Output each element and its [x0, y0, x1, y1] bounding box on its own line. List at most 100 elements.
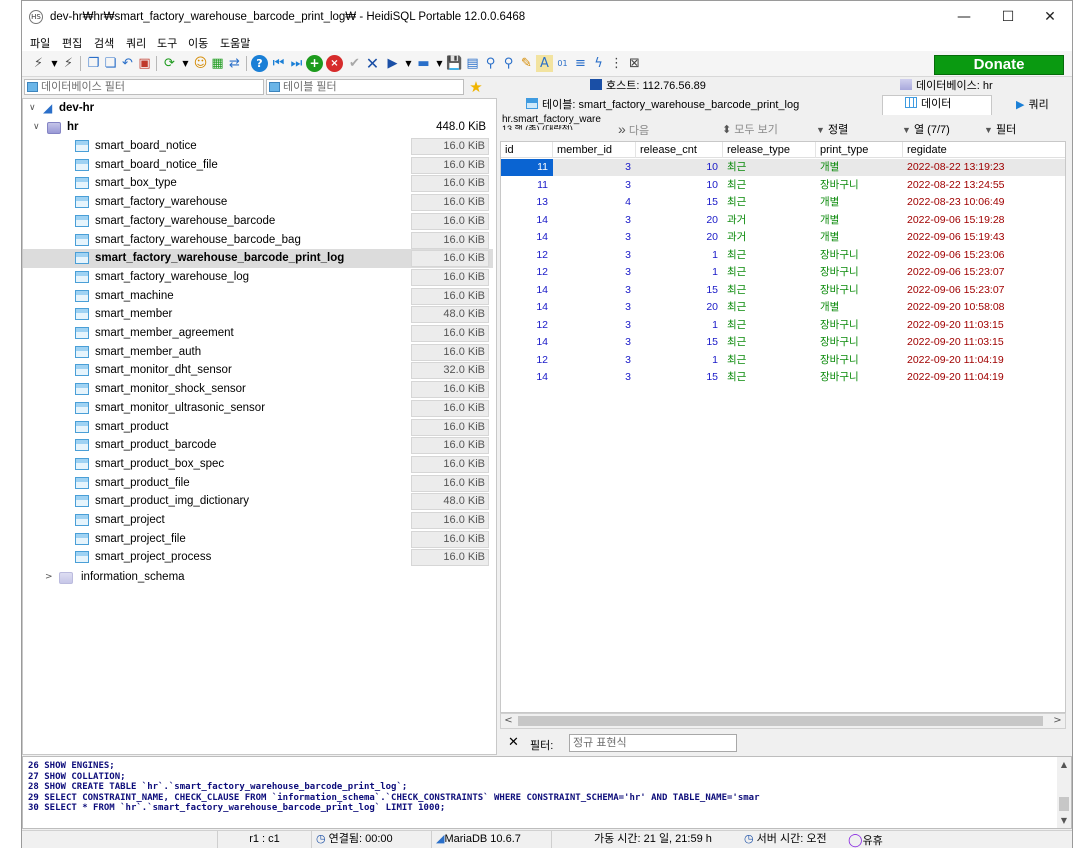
scrollbar-thumb[interactable] — [518, 716, 1043, 726]
tab-data[interactable]: 데이터 — [882, 95, 992, 115]
binary-icon[interactable]: 01 — [554, 55, 571, 72]
cell-release-type[interactable]: 최근 — [723, 247, 816, 264]
menu-tools[interactable]: 도구 — [157, 35, 177, 51]
table-row[interactable]: 14 3 15 최근 장바구니 2022-09-06 15:23:07 — [501, 282, 1065, 299]
scroll-right-icon[interactable]: > — [1050, 714, 1065, 728]
load-icon[interactable]: ▤ — [464, 55, 481, 72]
cell-release-cnt[interactable]: 1 — [636, 247, 723, 264]
tab-query[interactable]: ▶ 쿼리 — [1016, 97, 1070, 114]
cell-release-cnt[interactable]: 10 — [636, 177, 723, 194]
donate-button[interactable]: Donate — [934, 55, 1064, 75]
cell-member-id[interactable]: 3 — [553, 369, 636, 386]
cell-regidate[interactable]: 2022-09-20 11:04:19 — [903, 369, 1065, 386]
column-header-member-id[interactable]: member_id — [553, 142, 636, 158]
cell-release-type[interactable]: 최근 — [723, 264, 816, 281]
menu-file[interactable]: 파일 — [30, 35, 50, 51]
cell-print-type[interactable]: 장바구니 — [816, 177, 903, 194]
cell-release-type[interactable]: 과거 — [723, 229, 816, 246]
next-button[interactable]: » 다음 — [618, 121, 649, 138]
cell-regidate[interactable]: 2022-08-23 10:06:49 — [903, 194, 1065, 211]
cell-print-type[interactable]: 개별 — [816, 212, 903, 229]
connect-icon[interactable]: ⚡ — [30, 55, 47, 72]
column-header-release-cnt[interactable]: release_cnt — [636, 142, 723, 158]
cell-id[interactable]: 11 — [501, 159, 553, 176]
tab-database[interactable]: 데이터베이스: hr — [900, 78, 1070, 95]
cell-release-cnt[interactable]: 15 — [636, 334, 723, 351]
clear-icon[interactable]: ✎ — [518, 55, 535, 72]
cell-regidate[interactable]: 2022-09-06 15:23:07 — [903, 264, 1065, 281]
tree-table-item[interactable]: smart_member_auth 16.0 KiB — [23, 343, 493, 362]
cell-member-id[interactable]: 3 — [553, 229, 636, 246]
cell-release-cnt[interactable]: 20 — [636, 212, 723, 229]
table-row[interactable]: 14 3 20 과거 개별 2022-09-06 15:19:43 — [501, 229, 1065, 246]
chevron-down-icon[interactable]: ∨ — [33, 118, 40, 137]
add-record-icon[interactable]: + — [306, 55, 323, 72]
tree-table-item[interactable]: smart_product 16.0 KiB — [23, 418, 493, 437]
cell-release-type[interactable]: 과거 — [723, 212, 816, 229]
undo-icon[interactable]: ↶ — [119, 55, 136, 72]
cell-id[interactable]: 13 — [501, 194, 553, 211]
cancel-icon[interactable]: ✕ — [364, 55, 381, 72]
cell-release-type[interactable]: 최근 — [723, 159, 816, 176]
cell-id[interactable]: 14 — [501, 369, 553, 386]
cell-release-cnt[interactable]: 10 — [636, 159, 723, 176]
tree-table-item[interactable]: smart_board_notice 16.0 KiB — [23, 137, 493, 156]
export-icon[interactable]: ▦ — [209, 55, 226, 72]
column-header-release-type[interactable]: release_type — [723, 142, 816, 158]
cell-member-id[interactable]: 4 — [553, 194, 636, 211]
menu-help[interactable]: 도움말 — [220, 35, 250, 51]
table-row[interactable]: 12 3 1 최근 장바구니 2022-09-20 11:03:15 — [501, 317, 1065, 334]
table-row[interactable]: 11 3 10 최근 장바구니 2022-08-22 13:24:55 — [501, 177, 1065, 194]
cell-release-cnt[interactable]: 20 — [636, 229, 723, 246]
wrap-icon[interactable]: ≡ — [572, 55, 589, 72]
disconnect-icon[interactable]: ⚡ — [60, 55, 77, 72]
cell-regidate[interactable]: 2022-08-22 13:19:23 — [903, 159, 1065, 176]
scroll-down-icon[interactable]: ▼ — [1057, 815, 1071, 827]
tree-table-item[interactable]: smart_monitor_dht_sensor 32.0 KiB — [23, 361, 493, 380]
run-selection-icon[interactable]: ▬ — [415, 55, 432, 72]
help-icon[interactable]: ? — [251, 55, 268, 72]
explain-icon[interactable]: ϟ — [590, 55, 607, 72]
delete-record-icon[interactable]: × — [326, 55, 343, 72]
tree-table-item[interactable]: smart_monitor_shock_sensor 16.0 KiB — [23, 380, 493, 399]
tree-table-item[interactable]: smart_factory_warehouse_barcode_bag 16.0 … — [23, 231, 493, 250]
menu-goto[interactable]: 이동 — [188, 35, 208, 51]
tree-table-item[interactable]: smart_board_notice_file 16.0 KiB — [23, 156, 493, 175]
cell-member-id[interactable]: 3 — [553, 317, 636, 334]
format-icon[interactable]: A — [536, 55, 553, 72]
sql-log-panel[interactable]: 26 SHOW ENGINES; 27 SHOW COLLATION; 28 SHO… — [22, 756, 1072, 829]
cell-id[interactable]: 14 — [501, 212, 553, 229]
paste-icon[interactable]: ❏ — [102, 55, 119, 72]
run-icon[interactable]: ▶ — [384, 55, 401, 72]
tree-table-item[interactable]: smart_product_file 16.0 KiB — [23, 474, 493, 493]
tree-table-item[interactable]: smart_project_process 16.0 KiB — [23, 548, 493, 567]
menu-search[interactable]: 검색 — [94, 35, 114, 51]
scrollbar-thumb[interactable] — [1059, 797, 1069, 811]
print-icon[interactable]: ▣ — [136, 55, 153, 72]
chevron-right-icon[interactable]: > — [45, 568, 53, 587]
cell-print-type[interactable]: 장바구니 — [816, 247, 903, 264]
database-filter-input[interactable]: 데이터베이스 필터 — [24, 79, 264, 95]
table-row[interactable]: 14 3 20 과거 개별 2022-09-06 15:19:28 — [501, 212, 1065, 229]
tree-connection-dev-hr[interactable]: ∨ ◢ dev-hr — [23, 99, 493, 118]
cell-id[interactable]: 14 — [501, 282, 553, 299]
cell-release-type[interactable]: 최근 — [723, 299, 816, 316]
cell-release-cnt[interactable]: 15 — [636, 282, 723, 299]
close-tab-icon[interactable]: ⊠ — [626, 55, 643, 72]
scroll-up-icon[interactable]: ▲ — [1057, 759, 1071, 771]
cell-release-type[interactable]: 최근 — [723, 282, 816, 299]
cell-release-cnt[interactable]: 1 — [636, 352, 723, 369]
post-icon[interactable]: ✔ — [346, 55, 363, 72]
cell-regidate[interactable]: 2022-09-20 10:58:08 — [903, 299, 1065, 316]
columns-button[interactable]: ▼ 열 (7/7) — [902, 121, 950, 137]
tree-table-item[interactable]: smart_factory_warehouse_barcode 16.0 KiB — [23, 212, 493, 231]
cell-regidate[interactable]: 2022-09-20 11:03:15 — [903, 317, 1065, 334]
cell-id[interactable]: 14 — [501, 229, 553, 246]
chevron-down-icon[interactable]: ∨ — [29, 99, 36, 118]
cell-member-id[interactable]: 3 — [553, 299, 636, 316]
cell-print-type[interactable]: 개별 — [816, 299, 903, 316]
cell-member-id[interactable]: 3 — [553, 247, 636, 264]
table-row[interactable]: 14 3 15 최근 장바구니 2022-09-20 11:03:15 — [501, 334, 1065, 351]
cell-id[interactable]: 12 — [501, 247, 553, 264]
replace-icon[interactable]: ⚲ — [500, 55, 517, 72]
